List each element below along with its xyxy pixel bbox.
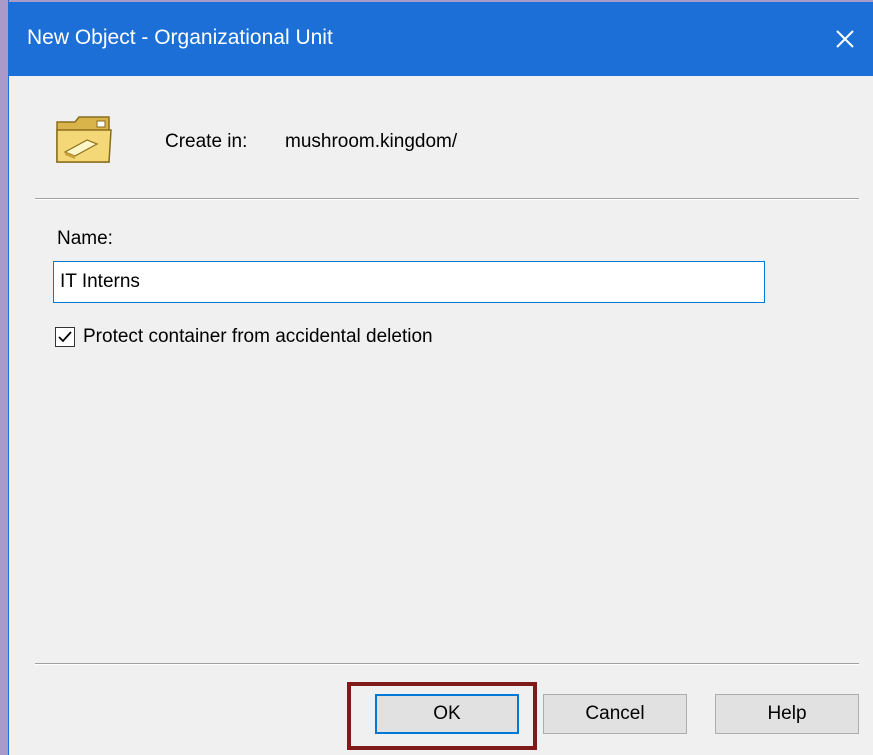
organizational-unit-folder-icon — [56, 116, 112, 163]
protect-container-label: Protect container from accidental deleti… — [83, 326, 433, 347]
create-in-path: mushroom.kingdom/ — [285, 131, 458, 152]
close-button[interactable] — [817, 2, 873, 76]
top-divider — [35, 198, 859, 200]
help-button[interactable]: Help — [715, 694, 859, 734]
dialog-window: New Object - Organizational Unit Create … — [8, 0, 873, 755]
ok-button[interactable]: OK — [375, 694, 519, 734]
name-label: Name: — [57, 228, 113, 249]
protect-container-checkbox[interactable]: Protect container from accidental deleti… — [55, 326, 433, 348]
checkbox-box[interactable] — [55, 327, 75, 347]
close-icon — [836, 30, 854, 48]
window-title: New Object - Organizational Unit — [27, 26, 333, 49]
checkmark-icon — [58, 331, 72, 343]
name-input[interactable] — [53, 261, 765, 303]
create-in-label: Create in: — [165, 131, 248, 152]
title-bar[interactable]: New Object - Organizational Unit — [9, 0, 873, 76]
bottom-divider — [35, 663, 859, 665]
cancel-button[interactable]: Cancel — [543, 694, 687, 734]
